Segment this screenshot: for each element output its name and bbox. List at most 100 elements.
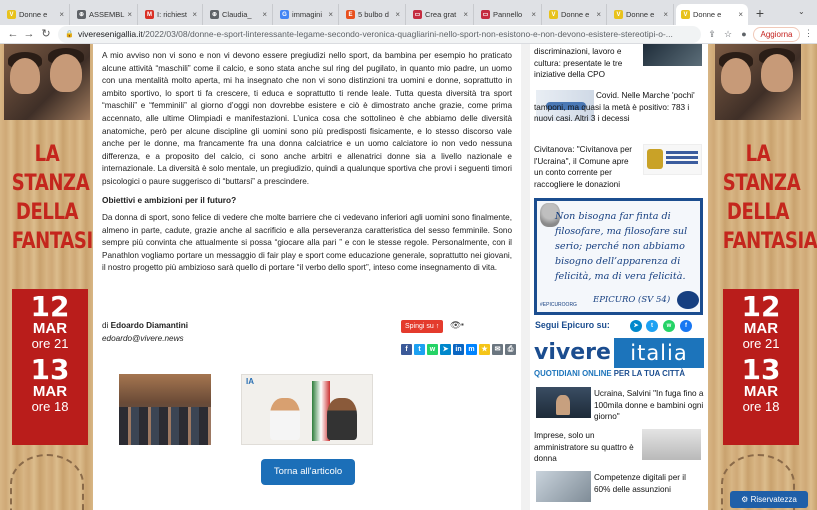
comments-icon[interactable]: ▪ (461, 320, 464, 329)
browser-tab[interactable]: V Donne e × (544, 4, 607, 25)
browser-tab[interactable]: ▭ Crea grat × (408, 4, 474, 25)
date-time: ore 21 (31, 336, 69, 351)
news-thumbnail[interactable] (536, 387, 591, 418)
telegram-share-icon[interactable]: ➤ (440, 344, 451, 355)
date-day: 13 (30, 353, 70, 386)
browser-tab[interactable]: ⊕ Claudia_ × (205, 4, 273, 25)
tab-title: Donne e (626, 10, 655, 19)
left-poster[interactable]: LA STANZA DELLA FANTASIA 12 MAR ore 21 1… (4, 44, 107, 510)
news-item[interactable]: Civitanova: "Civitanova per l'Ucraina", … (534, 144, 638, 190)
tab-title: 5 bulbo d (358, 10, 389, 19)
news-item[interactable]: Competenze digitali per il 60% delle ass… (594, 472, 704, 495)
close-tab-icon[interactable]: × (262, 10, 267, 19)
tab-favicon-icon: V (7, 10, 16, 19)
print-share-icon[interactable]: ⎙ (505, 344, 516, 355)
telegram-icon[interactable]: ➤ (630, 320, 642, 332)
browser-tab[interactable]: V Donne e × (2, 4, 70, 25)
browser-tab[interactable]: E5 bulbo d × (341, 4, 406, 25)
browser-tab[interactable]: M I: richiest × (140, 4, 203, 25)
tab-favicon-icon: E (346, 10, 355, 19)
browser-tab[interactable]: ⊕ ASSEMBL × (72, 4, 138, 25)
tab-favicon-icon: ⊕ (210, 10, 219, 19)
whatsapp-share-icon[interactable]: w (427, 344, 438, 355)
follow-label: Segui Epicuro su: (535, 320, 610, 330)
facebook-icon[interactable]: f (680, 320, 692, 332)
forward-icon[interactable]: → (22, 27, 36, 41)
back-to-article-button[interactable]: Torna all'articolo (261, 459, 355, 485)
author-line: di Edoardo Diamantini (102, 321, 188, 330)
close-tab-icon[interactable]: × (192, 10, 197, 19)
close-tab-icon[interactable]: × (395, 10, 400, 19)
tab-title: Claudia_ (222, 10, 252, 19)
profile-icon[interactable]: ● (738, 28, 750, 40)
views-icon: 👁 (450, 320, 462, 330)
messenger-share-icon[interactable]: m (466, 344, 477, 355)
privacy-button[interactable]: ⚙ Riservatezza (730, 491, 808, 508)
news-item[interactable]: discriminazioni, lavoro e cultura: prese… (534, 46, 636, 81)
tab-favicon-icon: ▭ (413, 10, 422, 19)
push-up-button[interactable]: Spingi su ↑ (401, 320, 444, 333)
menu-icon[interactable]: ⋮ (804, 28, 813, 39)
news-item[interactable]: Imprese, solo un amministratore su quatt… (534, 430, 638, 465)
twitter-share-icon[interactable]: t (414, 344, 425, 355)
close-tab-icon[interactable]: × (59, 10, 64, 19)
news-thumbnail[interactable] (536, 471, 591, 502)
browser-tab[interactable]: Gimmagini × (275, 4, 339, 25)
favorite-share-icon[interactable]: ★ (479, 344, 490, 355)
close-tab-icon[interactable]: × (663, 10, 668, 19)
whatsapp-icon[interactable]: w (663, 320, 675, 332)
epicuro-signature: EPICURO (SV 54) (593, 295, 671, 305)
share-icon[interactable]: ⇪ (706, 28, 718, 40)
article-paragraph: Da donna di sport, sono felice di vedere… (102, 213, 512, 273)
gallery-photo[interactable]: IA (241, 374, 373, 445)
date-time: ore 18 (31, 399, 69, 414)
close-tab-icon[interactable]: × (738, 10, 743, 19)
browser-tab[interactable]: ▭ Pannello × (476, 4, 542, 25)
close-tab-icon[interactable]: × (127, 10, 132, 19)
tab-title: Donne e (561, 10, 590, 19)
browser-tab[interactable]: V Donne e × (676, 4, 748, 25)
epicuro-quote: Non bisogna far finta di filosofare, ma … (555, 211, 688, 282)
close-tab-icon[interactable]: × (596, 10, 601, 19)
author-email[interactable]: edoardo@vivere.news (102, 334, 184, 343)
author-name[interactable]: Edoardo Diamantini (111, 321, 188, 330)
poster-photo (715, 44, 801, 120)
reload-icon[interactable]: ↻ (39, 27, 53, 41)
news-thumbnail[interactable] (643, 44, 702, 66)
vivere-tagline: QUOTIDIANI ONLINE PER LA TUA CITTÀ (534, 369, 686, 378)
close-tab-icon[interactable]: × (531, 10, 536, 19)
tab-strip: V Donne e × ⊕ ASSEMBL × M I: richiest × ⊕ Claudia_… (0, 0, 817, 25)
news-item[interactable]: Covid. Nelle Marche 'pochi' tamponi, ma … (534, 90, 704, 125)
right-poster[interactable]: LA STANZA DELLA FANTASIA 12 MAR ore 21 1… (715, 44, 817, 510)
back-icon[interactable]: ← (6, 27, 20, 41)
news-thumbnail[interactable] (643, 144, 702, 175)
article-paragraph: A mio avviso non vi sono e non vi devono… (102, 51, 512, 186)
email-share-icon[interactable]: ✉ (492, 344, 503, 355)
tab-title: Donne e (693, 10, 722, 19)
star-icon[interactable]: ☆ (722, 28, 734, 40)
linkedin-share-icon[interactable]: in (453, 344, 464, 355)
address-bar[interactable]: 🔒 viveresenigallia.it/2022/03/08/donne-e… (58, 26, 701, 43)
date-month: MAR (32, 320, 68, 337)
poster-photo (4, 44, 90, 120)
update-button[interactable]: Aggiorna (753, 27, 800, 42)
new-tab-button[interactable]: + (752, 5, 768, 21)
browser-tab[interactable]: V Donne e × (609, 4, 674, 25)
url-domain: viveresenigallia.it (78, 29, 143, 39)
news-thumbnail[interactable] (642, 429, 701, 460)
news-item[interactable]: Ucraina, Salvini "In fuga fino a 100mila… (594, 388, 704, 423)
poster-dates: 12 MAR ore 21 13 MAR ore 18 (12, 289, 88, 445)
browser-toolbar: ← → ↻ 🔒 viveresenigallia.it/2022/03/08/d… (0, 25, 817, 44)
twitter-icon[interactable]: t (646, 320, 658, 332)
gallery-photo[interactable] (119, 374, 211, 445)
tab-title: Donne e (19, 10, 48, 19)
close-tab-icon[interactable]: × (328, 10, 333, 19)
sidebar: discriminazioni, lavoro e cultura: prese… (530, 44, 708, 510)
close-tab-icon[interactable]: × (463, 10, 468, 19)
facebook-share-icon[interactable]: f (401, 344, 412, 355)
tab-favicon-icon: M (145, 10, 154, 19)
epicuro-banner[interactable]: Non bisogna far finta di filosofare, ma … (534, 198, 703, 315)
vivere-italia-logo[interactable]: vivere italia QUOTIDIANI ONLINE PER LA T… (534, 338, 705, 382)
tab-title: ASSEMBL (89, 10, 125, 19)
tab-search-icon[interactable]: ⌄ (798, 7, 805, 16)
